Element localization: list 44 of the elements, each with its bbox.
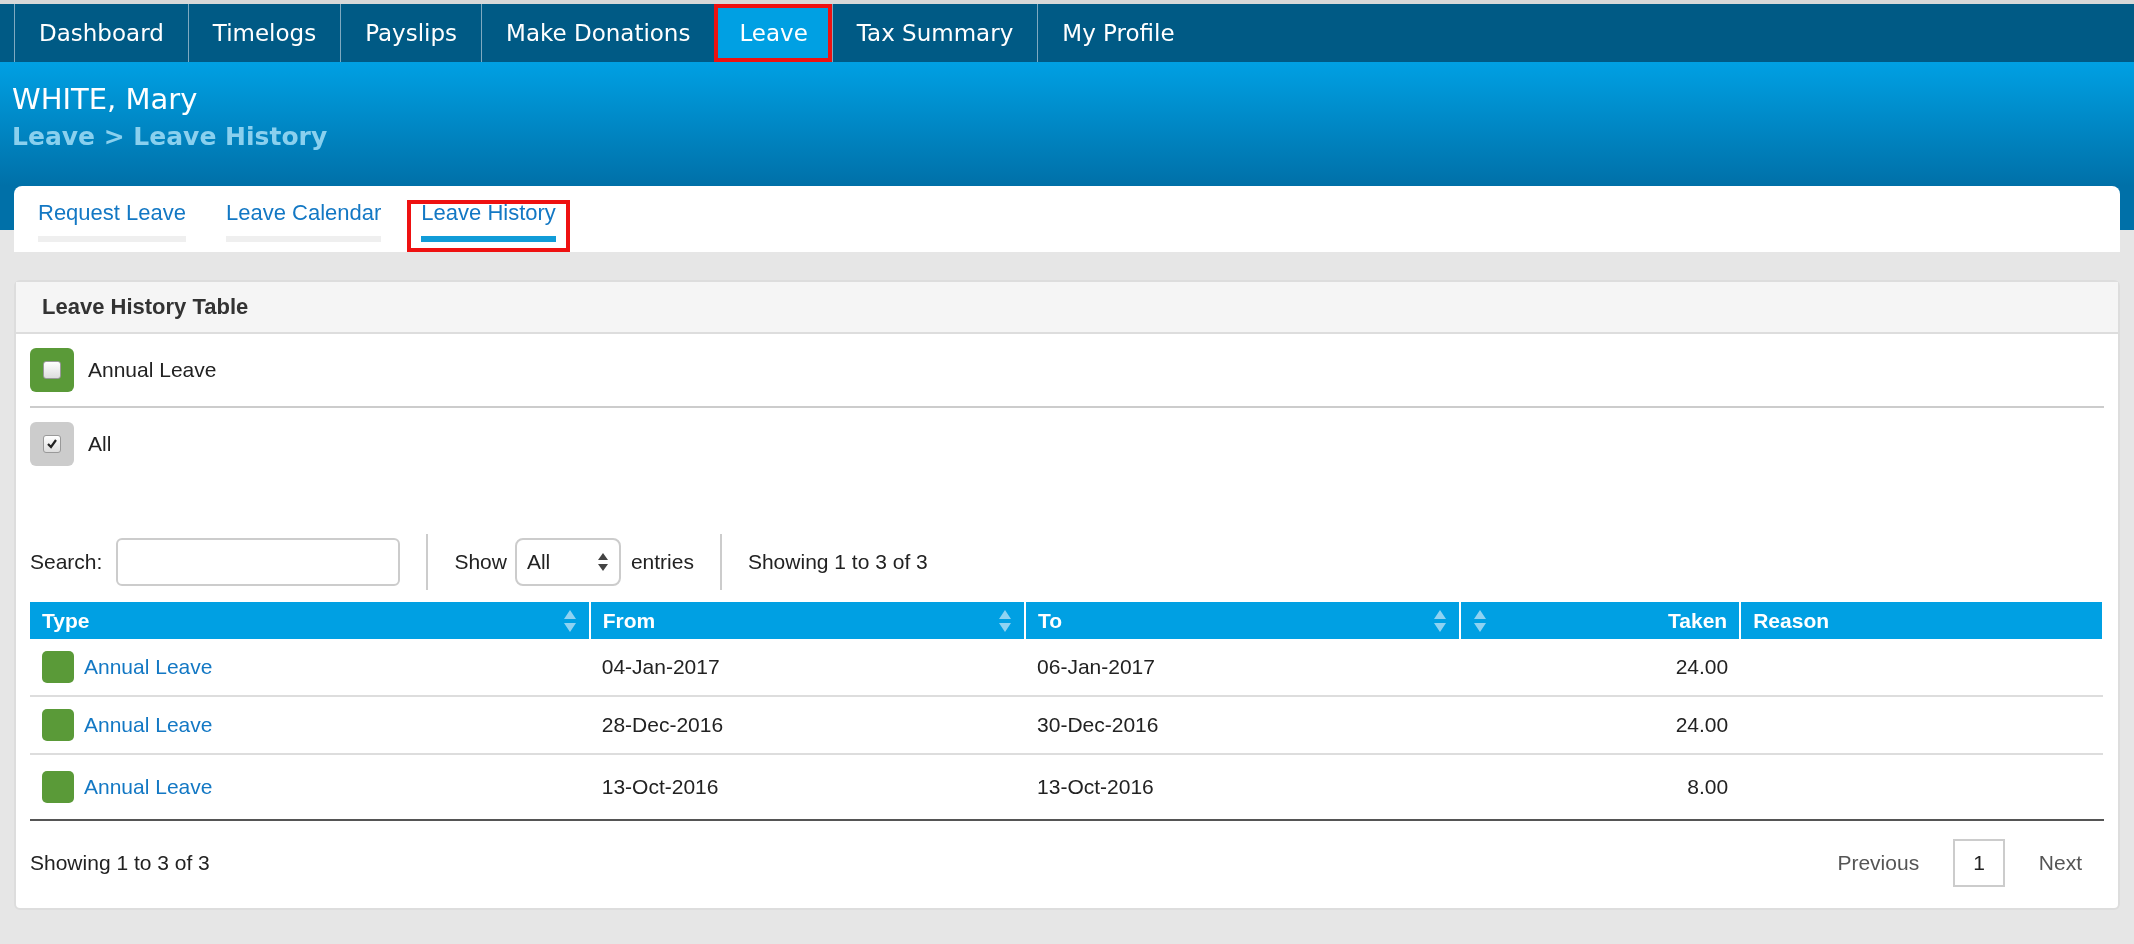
search-label: Search: [30,550,103,574]
table-cell: 28-Dec-2016 [601,713,724,736]
table-info: Showing 1 to 3 of 3 [30,851,210,875]
sort-icon[interactable] [1433,608,1448,633]
table-cell: 30-Dec-2016 [1037,713,1159,736]
checkbox[interactable] [43,361,61,379]
column-header[interactable]: To [1025,602,1461,639]
next-button[interactable]: Next [2016,841,2104,885]
nav-tab[interactable]: Leave [714,4,832,62]
leave-type-link[interactable]: Annual Leave [84,655,213,679]
table-cell: 13-Oct-2016 [601,775,719,798]
show-label: Show [454,550,507,574]
previous-button[interactable]: Previous [1815,841,1942,885]
entries-label: entries [630,550,694,574]
column-header[interactable]: Type [30,602,590,639]
table-cell: 13-Oct-2016 [1037,775,1154,798]
filter-label: All [88,432,112,456]
breadcrumb: Leave > Leave History [12,122,329,151]
entries-select[interactable]: All [514,538,621,586]
sub-tab[interactable]: Leave History [407,200,570,252]
leave-type-link[interactable]: Annual Leave [84,775,213,799]
stepper-icon [596,551,609,573]
filter-label: Annual Leave [88,358,217,382]
sort-icon[interactable] [998,608,1013,633]
employee-name: WHITE, Mary [12,82,199,116]
table-cell: 24.00 [1675,713,1729,736]
page-button[interactable]: 1 [1953,839,2005,887]
checkbox[interactable] [43,435,61,453]
table-cell: 04-Jan-2017 [601,655,720,678]
panel-title: Leave History Table [16,282,2118,334]
sub-tab[interactable]: Leave Calendar [212,200,396,252]
column-header[interactable]: Taken [1460,602,1741,639]
sort-icon[interactable] [562,608,577,633]
sub-tab[interactable]: Request Leave [24,200,200,252]
table-info: Showing 1 to 3 of 3 [747,550,928,574]
table-cell: 06-Jan-2017 [1037,655,1155,678]
sort-icon[interactable] [1473,608,1488,633]
search-field[interactable] [116,538,401,586]
column-header[interactable]: From [589,602,1026,639]
table-cell: 24.00 [1675,655,1729,678]
table-cell: 8.00 [1687,775,1729,798]
column-header[interactable]: Reason [1740,602,2103,639]
check-icon [46,438,58,450]
leave-type-link[interactable]: Annual Leave [84,713,213,737]
